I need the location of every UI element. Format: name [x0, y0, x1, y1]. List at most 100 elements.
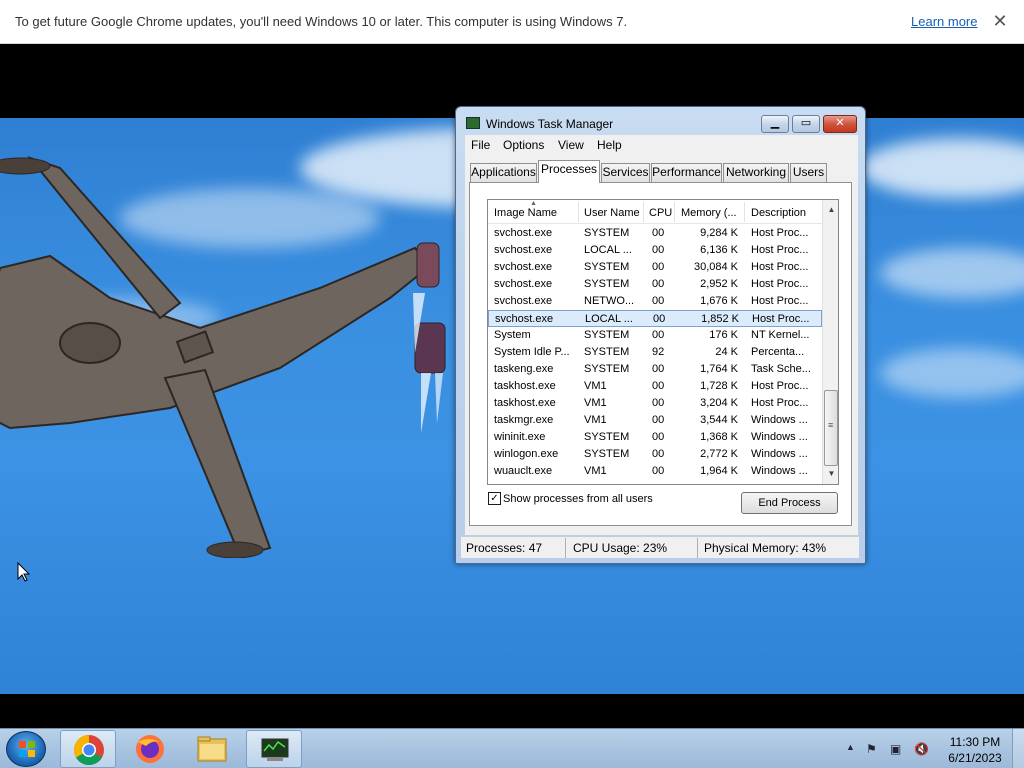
cell-user-name: SYSTEM	[584, 261, 630, 273]
cell-user-name: SYSTEM	[584, 431, 630, 443]
table-row[interactable]: svchost.exe SYSTEM 00 30,084 K Host Proc...	[488, 259, 822, 276]
menu-file[interactable]: File	[471, 138, 490, 152]
learn-more-link[interactable]: Learn more	[911, 14, 977, 29]
maximize-button[interactable]: ▭	[792, 115, 820, 133]
taskbar-explorer[interactable]	[184, 730, 240, 768]
volume-muted-icon[interactable]: 🔇	[914, 742, 929, 756]
tab-users[interactable]: Users	[790, 163, 827, 182]
cell-description: Host Proc...	[751, 380, 809, 392]
cell-memory: 1,728 K	[700, 380, 738, 392]
cell-cpu: 00	[652, 227, 665, 239]
table-row[interactable]: taskhost.exe VM1 00 3,204 K Host Proc...	[488, 395, 822, 412]
close-icon[interactable]: ✕	[990, 10, 1010, 32]
cell-description: Windows ...	[751, 448, 808, 460]
grip-icon: ≡	[828, 420, 834, 430]
scroll-up-arrow-icon[interactable]: ▲	[823, 202, 838, 218]
action-center-flag-icon[interactable]: ⚑	[866, 742, 877, 756]
cell-memory: 30,084 K	[693, 261, 738, 273]
taskbar-firefox[interactable]	[122, 730, 178, 768]
cell-memory: 3,204 K	[700, 397, 738, 409]
tab-networking[interactable]: Networking	[723, 163, 789, 182]
system-tray: ▲ ⚑ ▣ 🔇	[842, 729, 942, 768]
cell-cpu: 00	[652, 414, 665, 426]
table-row[interactable]: wininit.exe SYSTEM 00 1,368 K Windows ...	[488, 429, 822, 446]
minimize-button[interactable]: ▁	[761, 115, 789, 133]
end-process-button[interactable]: End Process	[741, 492, 838, 514]
table-row[interactable]: svchost.exe SYSTEM 00 9,284 K Host Proc...	[488, 225, 822, 242]
table-row[interactable]: svchost.exe LOCAL ... 00 1,852 K Host Proc..…	[488, 310, 822, 327]
table-row[interactable]: taskhost.exe VM1 00 1,728 K Host Proc...	[488, 378, 822, 395]
tab-processes[interactable]: Processes	[538, 160, 600, 183]
menu-view[interactable]: View	[558, 138, 584, 152]
column-separator[interactable]	[744, 202, 745, 222]
cell-description: Percenta...	[751, 346, 805, 358]
column-image-name[interactable]: Image Name	[494, 207, 557, 219]
close-button[interactable]: ✕	[823, 115, 857, 133]
taskbar-task-manager[interactable]	[246, 730, 302, 768]
cell-user-name: VM1	[584, 465, 607, 477]
table-row[interactable]: svchost.exe LOCAL ... 00 6,136 K Host Proc..…	[488, 242, 822, 259]
scrollbar-thumb[interactable]: ≡	[824, 390, 838, 466]
column-separator[interactable]	[643, 202, 644, 222]
cell-memory: 1,368 K	[700, 431, 738, 443]
status-processes: Processes: 47	[466, 541, 543, 555]
column-separator[interactable]	[674, 202, 675, 222]
column-user-name[interactable]: User Name	[584, 207, 640, 219]
column-separator[interactable]	[578, 202, 579, 222]
cell-user-name: SYSTEM	[584, 363, 630, 375]
cell-cpu: 00	[652, 329, 665, 341]
network-icon[interactable]: ▣	[890, 742, 901, 756]
tab-applications[interactable]: Applications	[470, 163, 537, 182]
cell-memory: 1,852 K	[701, 313, 739, 325]
table-row[interactable]: taskeng.exe SYSTEM 00 1,764 K Task Sche...	[488, 361, 822, 378]
cell-image-name: svchost.exe	[494, 261, 553, 273]
column-memory[interactable]: Memory (...	[681, 207, 737, 219]
cell-description: NT Kernel...	[751, 329, 810, 341]
table-row[interactable]: wuauclt.exe VM1 00 1,964 K Windows ...	[488, 463, 822, 480]
cell-image-name: taskhost.exe	[494, 380, 556, 392]
status-separator	[565, 538, 566, 558]
column-cpu[interactable]: CPU	[649, 207, 672, 219]
explorer-folder-icon	[197, 736, 227, 762]
start-button[interactable]	[6, 731, 46, 767]
cloud-shape	[860, 138, 1024, 198]
cell-image-name: svchost.exe	[494, 278, 553, 290]
table-row[interactable]: svchost.exe NETWO... 00 1,676 K Host Proc...	[488, 293, 822, 310]
task-manager-icon	[466, 117, 480, 129]
table-row[interactable]: System Idle P... SYSTEM 92 24 K Percenta...	[488, 344, 822, 361]
cell-memory: 6,136 K	[700, 244, 738, 256]
cell-description: Windows ...	[751, 465, 808, 477]
scroll-down-arrow-icon[interactable]: ▼	[823, 466, 838, 482]
cell-memory: 24 K	[715, 346, 738, 358]
tab-performance[interactable]: Performance	[651, 163, 722, 182]
cell-cpu: 00	[652, 278, 665, 290]
taskbar-chrome[interactable]	[60, 730, 116, 768]
checkbox-checked-icon[interactable]: ✓	[488, 492, 501, 505]
vertical-scrollbar[interactable]: ▲ ≡ ▼	[822, 200, 838, 484]
menu-options[interactable]: Options	[503, 138, 544, 152]
table-row[interactable]: svchost.exe SYSTEM 00 2,952 K Host Proc...	[488, 276, 822, 293]
table-row[interactable]: taskmgr.exe VM1 00 3,544 K Windows ...	[488, 412, 822, 429]
task-manager-body: Applications Processes Services Performa…	[465, 155, 858, 535]
show-hidden-icons-icon[interactable]: ▲	[846, 742, 855, 752]
column-description[interactable]: Description	[751, 207, 806, 219]
cell-cpu: 00	[652, 431, 665, 443]
process-rows: svchost.exe SYSTEM 00 9,284 K Host Proc... sv…	[488, 225, 822, 480]
cell-memory: 1,964 K	[700, 465, 738, 477]
process-list[interactable]: ▲ Image Name User Name CPU Memory (... D…	[487, 199, 839, 485]
cell-cpu: 00	[652, 261, 665, 273]
cell-user-name: SYSTEM	[584, 278, 630, 290]
taskbar-clock[interactable]: 11:30 PM 6/21/2023	[940, 734, 1010, 766]
cell-memory: 1,764 K	[700, 363, 738, 375]
show-desktop-button[interactable]	[1012, 729, 1024, 768]
cell-user-name: SYSTEM	[584, 448, 630, 460]
windows-logo-icon	[19, 741, 35, 757]
table-row[interactable]: winlogon.exe SYSTEM 00 2,772 K Windows ...	[488, 446, 822, 463]
tab-services[interactable]: Services	[601, 163, 650, 182]
cloud-shape	[880, 248, 1024, 298]
cell-description: Host Proc...	[752, 313, 810, 325]
chrome-update-infobar: To get future Google Chrome updates, you…	[0, 0, 1024, 44]
menu-help[interactable]: Help	[597, 138, 622, 152]
table-row[interactable]: System SYSTEM 00 176 K NT Kernel...	[488, 327, 822, 344]
maximize-icon: ▭	[800, 117, 812, 129]
